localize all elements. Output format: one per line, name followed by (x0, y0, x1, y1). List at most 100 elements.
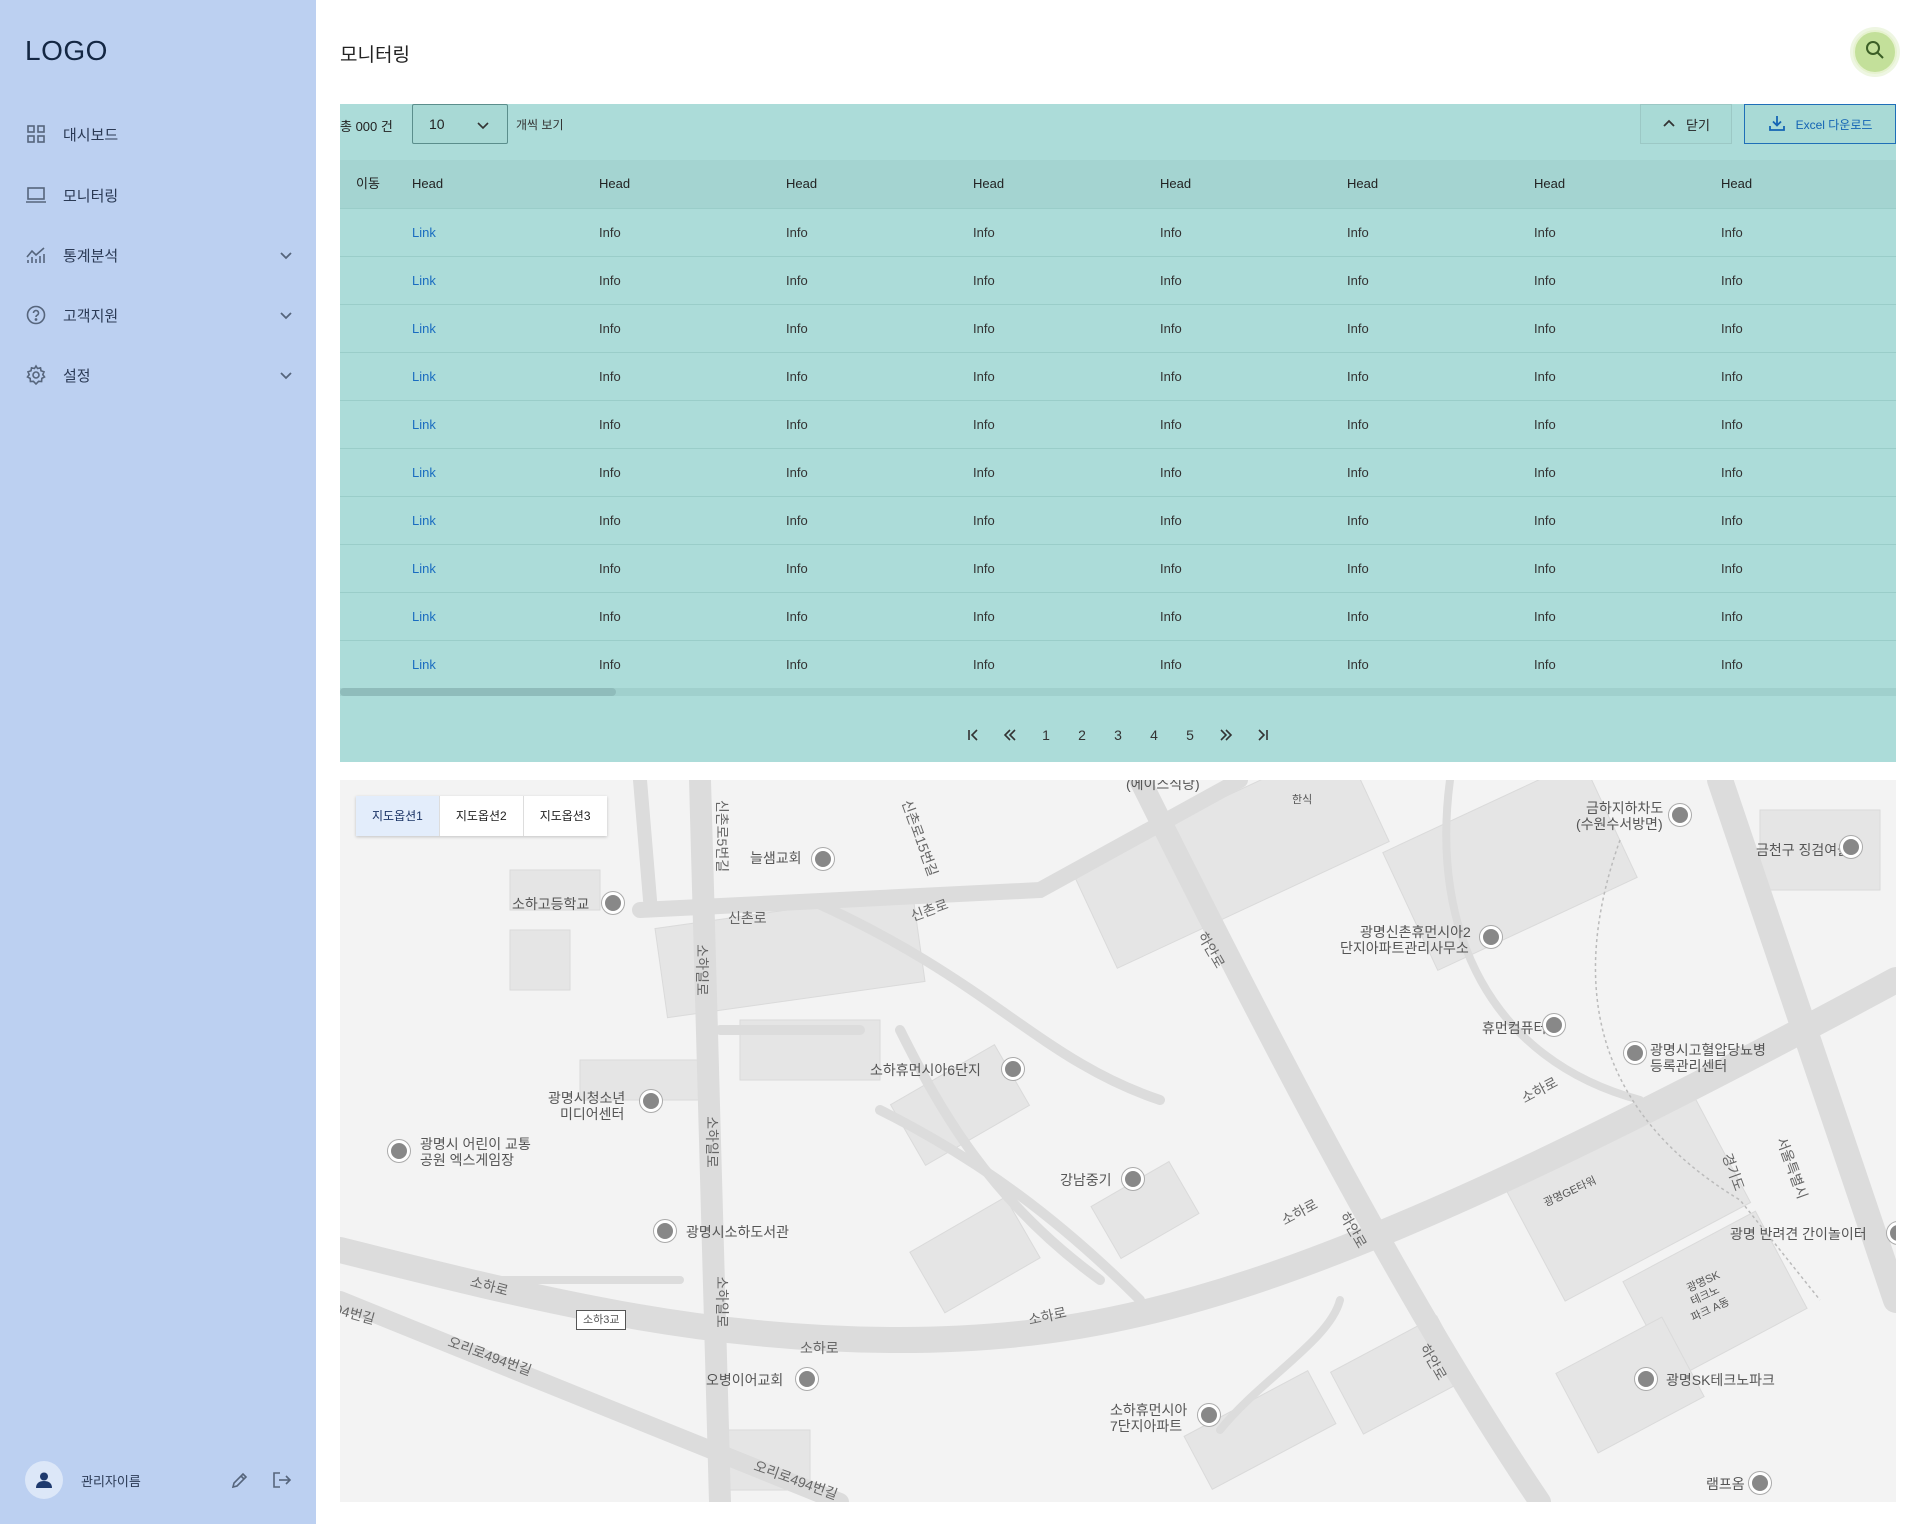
sidebar-item-statistics[interactable]: 통계분석 (25, 235, 295, 275)
map-view[interactable]: 지도옵션1 지도옵션2 지도옵션3 늘샘교회 소하고등학교 (에이스식당) 한식… (340, 780, 1896, 1502)
column-header[interactable]: Head (599, 160, 630, 208)
edit-icon[interactable] (227, 1467, 253, 1493)
first-page-icon[interactable] (960, 720, 988, 750)
row-link[interactable]: Link (412, 545, 436, 593)
page-number[interactable]: 1 (1032, 720, 1060, 750)
place-pin[interactable] (1543, 1014, 1565, 1036)
column-header[interactable]: Head (1721, 160, 1752, 208)
table-cell: Info (973, 513, 995, 528)
column-header[interactable]: Head (1347, 160, 1378, 208)
table-cell: Info (1160, 657, 1182, 672)
table-cell: Info (1534, 273, 1556, 288)
chevron-down-icon[interactable] (277, 246, 295, 264)
scrollbar-thumb[interactable] (340, 688, 616, 696)
avatar[interactable] (25, 1461, 63, 1499)
place-pin[interactable] (640, 1090, 662, 1112)
column-header[interactable]: Head (973, 160, 1004, 208)
place-label: 광명시 어린이 교통 (420, 1136, 531, 1152)
sidebar-item-support[interactable]: 고객지원 (25, 295, 295, 335)
row-link[interactable]: Link (412, 305, 436, 353)
row-link[interactable]: Link (412, 449, 436, 497)
row-link[interactable]: Link (412, 209, 436, 257)
library-pin[interactable] (654, 1220, 676, 1242)
search-button[interactable] (1853, 30, 1897, 74)
place-pin[interactable] (388, 1140, 410, 1162)
sidebar-item-dashboard[interactable]: 대시보드 (25, 114, 295, 154)
place-label: (에이스식당) (1126, 780, 1200, 792)
table-cell: Info (973, 657, 995, 672)
page-number[interactable]: 4 (1140, 720, 1168, 750)
place-pin[interactable] (1635, 1368, 1657, 1390)
chevron-down-icon (475, 117, 491, 136)
church-pin[interactable] (796, 1368, 818, 1390)
sidebar-item-settings[interactable]: 설정 (25, 355, 295, 395)
last-page-icon[interactable] (1248, 720, 1276, 750)
page-number[interactable]: 5 (1176, 720, 1204, 750)
sidebar-item-monitoring[interactable]: 모니터링 (25, 175, 295, 215)
column-header[interactable]: Head (1160, 160, 1191, 208)
table-cell: Info (1534, 225, 1556, 240)
table-cell: Info (1347, 225, 1369, 240)
chart-icon (25, 244, 47, 266)
logout-icon[interactable] (269, 1467, 295, 1493)
row-link[interactable]: Link (412, 641, 436, 689)
table-row: Link Info Info Info Info Info Info Info (340, 400, 1896, 448)
table-cell: Info (786, 369, 808, 384)
table-cell: Info (1534, 609, 1556, 624)
grid-icon (25, 123, 47, 145)
user-name: 관리자이름 (81, 1473, 141, 1489)
table-cell: Info (599, 513, 621, 528)
table-cell: Info (599, 465, 621, 480)
table-row: Link Info Info Info Info Info Info Info (340, 640, 1896, 688)
excel-download-button[interactable]: Excel 다운로드 (1744, 104, 1896, 144)
bridge-label: 소하3교 (576, 1310, 627, 1330)
chevron-down-icon[interactable] (277, 366, 295, 384)
row-link[interactable]: Link (412, 401, 436, 449)
table-cell: Info (786, 321, 808, 336)
table-cell: Info (1721, 513, 1743, 528)
prev-page-icon[interactable] (996, 720, 1024, 750)
map-option-tab-1[interactable]: 지도옵션1 (356, 796, 440, 836)
table-cell: Info (1721, 561, 1743, 576)
school-pin[interactable] (602, 892, 624, 914)
column-header[interactable]: Head (412, 160, 443, 208)
column-header[interactable]: Head (786, 160, 817, 208)
close-button[interactable]: 닫기 (1640, 104, 1732, 144)
column-header[interactable]: Head (1534, 160, 1565, 208)
table-cell: Info (1347, 657, 1369, 672)
row-link[interactable]: Link (412, 257, 436, 305)
sidebar: LOGO 대시보드 모니터링 통계분석 고객지원 설정 관리자이름 (0, 0, 316, 1524)
excel-label: Excel 다운로드 (1795, 117, 1873, 132)
table-cell: Info (1160, 561, 1182, 576)
place-pin[interactable] (1198, 1404, 1220, 1426)
place-pin[interactable] (1749, 1472, 1771, 1494)
table-cell: Info (786, 225, 808, 240)
logo[interactable]: LOGO (25, 35, 108, 67)
map-option-tab-3[interactable]: 지도옵션3 (524, 796, 607, 836)
page-number[interactable]: 3 (1104, 720, 1132, 750)
place-pin[interactable] (1669, 804, 1691, 826)
place-pin[interactable] (1840, 836, 1862, 858)
column-header[interactable]: 이동 (356, 160, 380, 208)
place-pin[interactable] (1122, 1168, 1144, 1190)
horizontal-scrollbar[interactable] (340, 688, 1896, 696)
map-option-tab-2[interactable]: 지도옵션2 (440, 796, 524, 836)
place-label: 한식 (1292, 794, 1313, 806)
place-pin[interactable] (1480, 926, 1502, 948)
page-number[interactable]: 2 (1068, 720, 1096, 750)
table-cell: Info (1160, 417, 1182, 432)
page-size-select[interactable]: 10 (412, 104, 508, 144)
next-page-icon[interactable] (1212, 720, 1240, 750)
place-pin[interactable] (1624, 1042, 1646, 1064)
table-cell: Info (1534, 417, 1556, 432)
row-link[interactable]: Link (412, 497, 436, 545)
chevron-down-icon[interactable] (277, 306, 295, 324)
row-link[interactable]: Link (412, 353, 436, 401)
table-cell: Info (1721, 657, 1743, 672)
place-pin[interactable] (1002, 1058, 1024, 1080)
place-label: 광명시소하도서관 (686, 1224, 790, 1240)
church-pin[interactable] (812, 848, 834, 870)
place-label: 광명시청소년 (548, 1090, 626, 1106)
row-link[interactable]: Link (412, 593, 436, 641)
table-cell: Info (1721, 609, 1743, 624)
